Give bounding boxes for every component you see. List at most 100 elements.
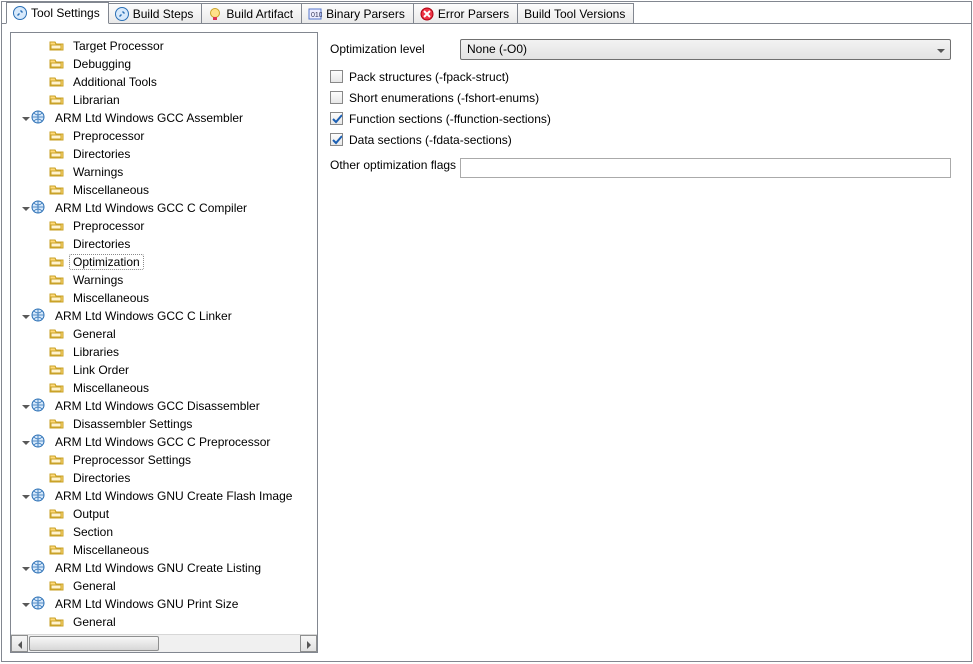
tree-item-directories[interactable]: Directories [13, 469, 315, 487]
tree-item-label: General [69, 326, 120, 342]
tree-item-debugging[interactable]: Debugging [13, 55, 315, 73]
tree-item-miscellaneous[interactable]: Miscellaneous [13, 289, 315, 307]
check-icon [331, 134, 342, 145]
tree-item-link-order[interactable]: Link Order [13, 361, 315, 379]
folder-icon [49, 416, 65, 432]
folder-icon [49, 524, 65, 540]
tree-item-label: General [69, 578, 120, 594]
tree-item-label: General [69, 614, 120, 630]
tab-label: Build Tool Versions [524, 7, 625, 21]
expand-toggle[interactable] [17, 111, 31, 125]
tree-item-arm-ltd-windows-gcc-c-linker[interactable]: ARM Ltd Windows GCC C Linker [13, 307, 315, 325]
tree-item-optimization[interactable]: Optimization [13, 253, 315, 271]
folder-icon [49, 146, 65, 162]
tree-horizontal-scrollbar[interactable] [11, 634, 317, 652]
tree-item-label: Disassembler Settings [69, 416, 196, 432]
tree-item-preprocessor[interactable]: Preprocessor [13, 217, 315, 235]
tree-item-directories[interactable]: Directories [13, 235, 315, 253]
tree-item-additional-tools[interactable]: Additional Tools [13, 73, 315, 91]
folder-icon [49, 344, 65, 360]
tree-item-arm-ltd-windows-gnu-print-size[interactable]: ARM Ltd Windows GNU Print Size [13, 595, 315, 613]
tool-group-icon [31, 596, 47, 612]
tree-item-arm-ltd-windows-gcc-c-preprocessor[interactable]: ARM Ltd Windows GCC C Preprocessor [13, 433, 315, 451]
tool-group-icon [31, 560, 47, 576]
tool-group-icon [31, 110, 47, 126]
tree-item-label: Additional Tools [69, 74, 161, 90]
checkbox-label: Pack structures (-fpack-struct) [349, 70, 509, 84]
tree-item-general[interactable]: General [13, 613, 315, 631]
tree-item-label: Preprocessor Settings [69, 452, 195, 468]
tool-group-icon [31, 308, 47, 324]
tab-binary-parsers[interactable]: Binary Parsers [301, 3, 414, 23]
optimization-level-combo[interactable]: None (-O0) [460, 39, 951, 60]
checkbox-data-sections-fdata-sections-[interactable] [330, 133, 343, 146]
tree-item-label: Warnings [69, 164, 127, 180]
tree-item-arm-ltd-windows-gnu-create-listing[interactable]: ARM Ltd Windows GNU Create Listing [13, 559, 315, 577]
tab-build-steps[interactable]: Build Steps [108, 3, 203, 23]
checkbox-pack-structures-fpack-struct-[interactable] [330, 70, 343, 83]
tree-item-directories[interactable]: Directories [13, 145, 315, 163]
tree-item-general[interactable]: General [13, 325, 315, 343]
folder-icon [49, 326, 65, 342]
tool-group-icon [31, 200, 47, 216]
folder-icon [49, 164, 65, 180]
tree-item-output[interactable]: Output [13, 505, 315, 523]
tab-label: Build Steps [133, 7, 194, 21]
tree-item-miscellaneous[interactable]: Miscellaneous [13, 541, 315, 559]
tree-item-disassembler-settings[interactable]: Disassembler Settings [13, 415, 315, 433]
tree-item-arm-ltd-windows-gcc-c-compiler[interactable]: ARM Ltd Windows GCC C Compiler [13, 199, 315, 217]
tree-item-preprocessor[interactable]: Preprocessor [13, 127, 315, 145]
expand-toggle[interactable] [17, 597, 31, 611]
expand-toggle[interactable] [17, 309, 31, 323]
optimization-pane: Optimization level None (-O0) Pack struc… [318, 32, 963, 653]
other-flags-input[interactable] [460, 158, 951, 178]
scroll-thumb[interactable] [29, 636, 159, 651]
tree-item-preprocessor-settings[interactable]: Preprocessor Settings [13, 451, 315, 469]
expand-toggle[interactable] [17, 561, 31, 575]
tree-item-label: ARM Ltd Windows GNU Create Listing [51, 560, 265, 576]
expand-toggle[interactable] [17, 435, 31, 449]
expand-toggle[interactable] [17, 399, 31, 413]
tree-item-label: ARM Ltd Windows GCC C Preprocessor [51, 434, 274, 450]
tree-item-label: ARM Ltd Windows GCC Assembler [51, 110, 247, 126]
tree-item-warnings[interactable]: Warnings [13, 271, 315, 289]
tool-group-icon [31, 488, 47, 504]
folder-icon [49, 272, 65, 288]
tree-item-label: Directories [69, 236, 134, 252]
expand-toggle[interactable] [17, 489, 31, 503]
folder-icon [49, 542, 65, 558]
tree-item-miscellaneous[interactable]: Miscellaneous [13, 379, 315, 397]
tree-item-section[interactable]: Section [13, 523, 315, 541]
folder-icon [49, 452, 65, 468]
scroll-left-button[interactable] [11, 635, 28, 652]
tree-item-arm-ltd-windows-gcc-assembler[interactable]: ARM Ltd Windows GCC Assembler [13, 109, 315, 127]
tree-item-label: Miscellaneous [69, 542, 153, 558]
tab-build-tool-versions[interactable]: Build Tool Versions [517, 3, 634, 23]
optimization-level-value: None (-O0) [467, 42, 527, 56]
scroll-right-button[interactable] [300, 635, 317, 652]
settings-tree[interactable]: Target ProcessorDebugging Additional Tool… [11, 33, 317, 634]
binary-icon [308, 7, 322, 21]
tree-item-warnings[interactable]: Warnings [13, 163, 315, 181]
tree-item-target-processor[interactable]: Target Processor [13, 37, 315, 55]
tree-item-label: Section [69, 524, 117, 540]
tree-item-arm-ltd-windows-gnu-create-flash-image[interactable]: ARM Ltd Windows GNU Create Flash Image [13, 487, 315, 505]
tab-tool-settings[interactable]: Tool Settings [6, 2, 109, 24]
tab-error-parsers[interactable]: Error Parsers [413, 3, 518, 23]
checkbox-function-sections-ffunction-sections-[interactable] [330, 112, 343, 125]
tab-build-artifact[interactable]: Build Artifact [201, 3, 302, 23]
tree-item-libraries[interactable]: Libraries [13, 343, 315, 361]
tree-item-label: Debugging [69, 56, 135, 72]
tree-item-librarian[interactable]: Librarian [13, 91, 315, 109]
folder-icon [49, 614, 65, 630]
checkbox-short-enumerations-fshort-enums-[interactable] [330, 91, 343, 104]
tab-label: Binary Parsers [326, 7, 405, 21]
tab-label: Tool Settings [31, 6, 100, 20]
tree-item-miscellaneous[interactable]: Miscellaneous [13, 181, 315, 199]
tree-item-label: Miscellaneous [69, 380, 153, 396]
tree-item-general[interactable]: General [13, 577, 315, 595]
tree-item-arm-ltd-windows-gcc-disassembler[interactable]: ARM Ltd Windows GCC Disassembler [13, 397, 315, 415]
tool-group-icon [31, 398, 47, 414]
tree-item-label: Libraries [69, 344, 123, 360]
expand-toggle[interactable] [17, 201, 31, 215]
